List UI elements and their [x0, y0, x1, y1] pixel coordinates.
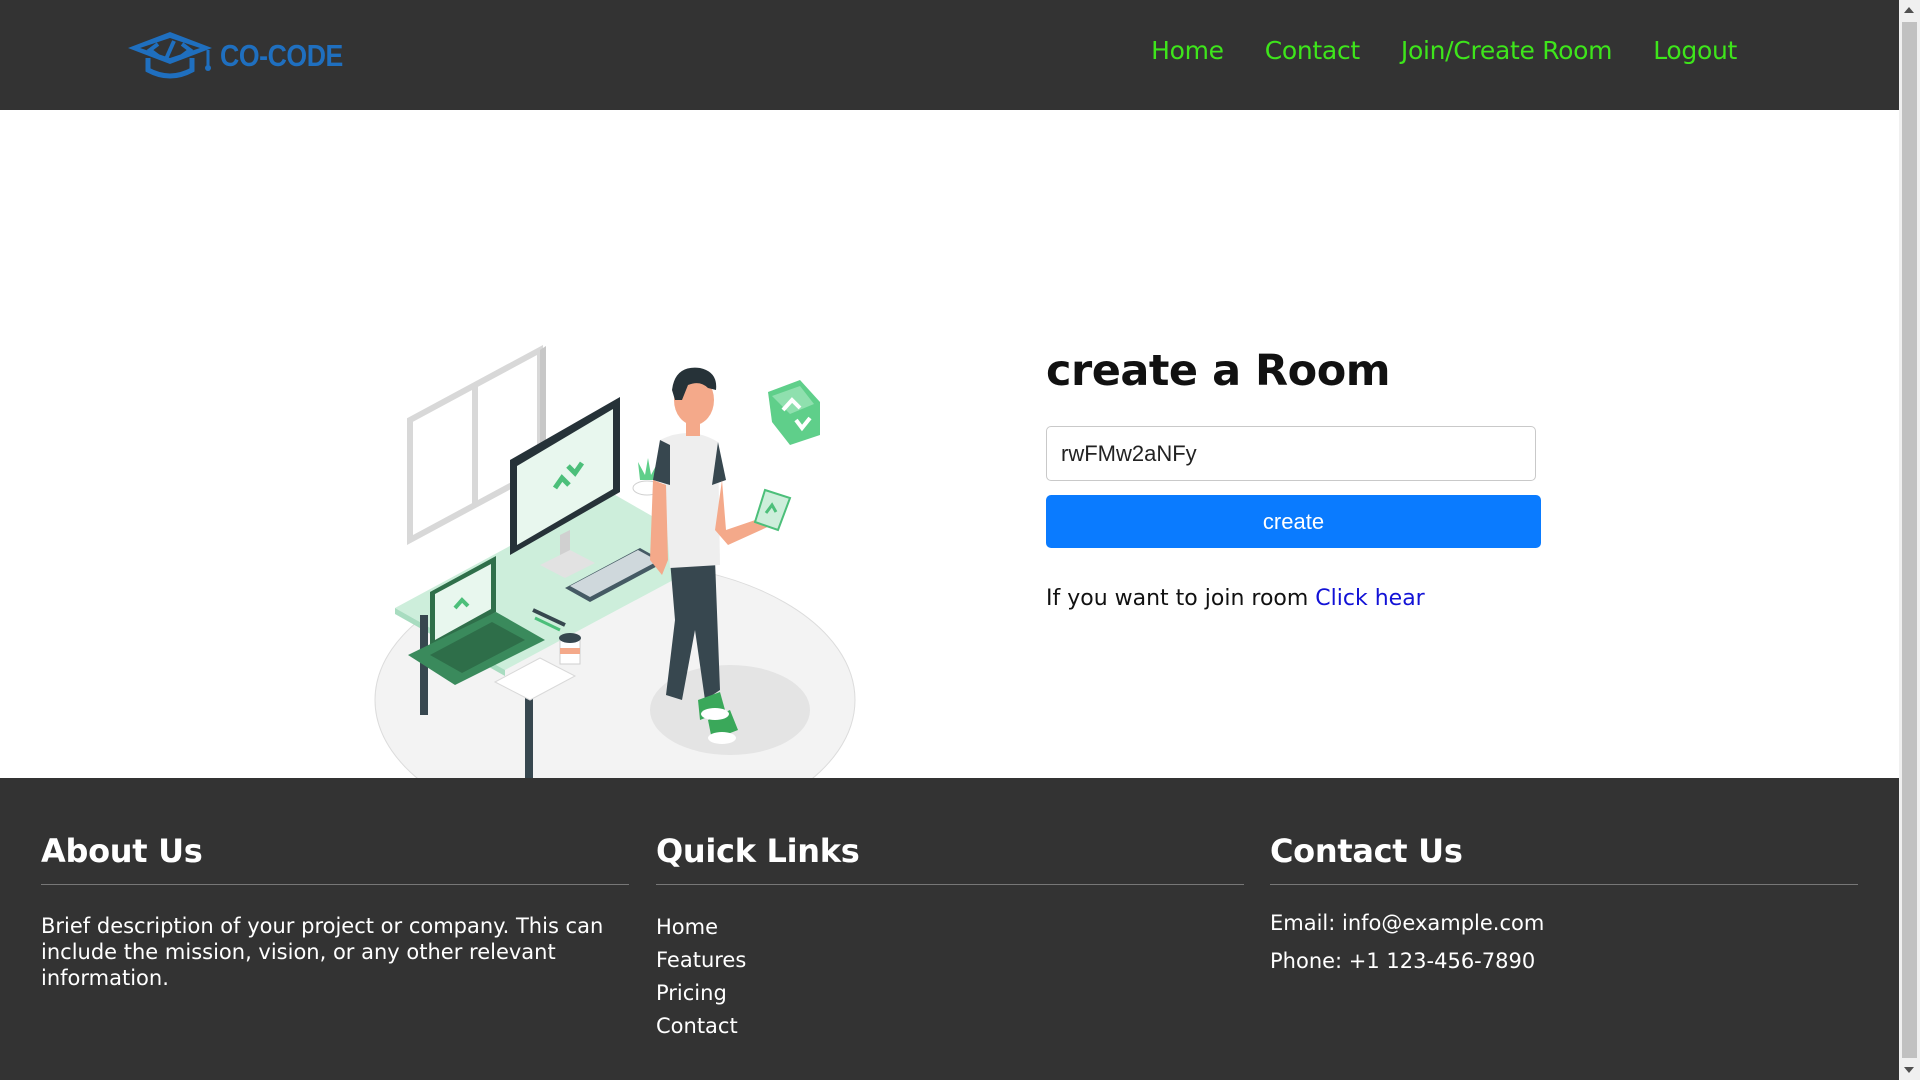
main-content: create a Room create If you want to join… — [0, 110, 1899, 839]
create-button[interactable]: create — [1046, 495, 1541, 548]
site-header: CO-CODE Home Contact Join/Create Room Lo… — [0, 0, 1899, 110]
join-room-link[interactable]: Click hear — [1315, 586, 1424, 611]
form-title: create a Room — [1046, 346, 1391, 396]
footer-about-text: Brief description of your project or com… — [41, 914, 604, 990]
footer-quick-links: Quick Links Home Features Pricing Contac… — [656, 832, 1244, 1043]
footer-contact: Contact Us Email: info@example.com Phone… — [1270, 832, 1858, 973]
nav-logout[interactable]: Logout — [1653, 36, 1737, 65]
graduation-cap-code-icon — [128, 32, 212, 79]
quick-link-contact[interactable]: Contact — [656, 1010, 1244, 1043]
contact-email: Email: info@example.com — [1270, 911, 1545, 935]
nav-contact[interactable]: Contact — [1265, 36, 1360, 65]
join-room-prompt: If you want to join room Click hear — [1046, 586, 1546, 611]
quick-link-features[interactable]: Features — [656, 944, 1244, 977]
footer-quick-links-title: Quick Links — [656, 832, 1244, 885]
nav-join-create-room[interactable]: Join/Create Room — [1401, 36, 1613, 65]
vertical-scrollbar[interactable] — [1899, 0, 1920, 1080]
main-nav: Home Contact Join/Create Room Logout — [1151, 36, 1737, 65]
create-room-form: create a Room create If you want to join… — [1046, 346, 1546, 611]
room-id-input[interactable] — [1046, 426, 1536, 481]
scroll-thumb[interactable] — [1902, 22, 1917, 1058]
nav-home[interactable]: Home — [1151, 36, 1224, 65]
scroll-up-arrow-icon[interactable] — [1904, 7, 1914, 13]
quick-link-home[interactable]: Home — [656, 911, 1244, 944]
person-at-desk-illustration — [374, 344, 856, 839]
footer-about-title: About Us — [41, 832, 629, 885]
quick-links-list: Home Features Pricing Contact — [656, 911, 1244, 1043]
footer-contact-title: Contact Us — [1270, 832, 1858, 885]
scroll-down-arrow-icon[interactable] — [1904, 1067, 1914, 1073]
quick-link-pricing[interactable]: Pricing — [656, 977, 1244, 1010]
logo[interactable]: CO-CODE — [124, 28, 363, 84]
site-footer: About Us Brief description of your proje… — [0, 778, 1899, 1080]
logo-text: CO-CODE — [220, 38, 343, 73]
join-prompt-text: If you want to join room — [1046, 586, 1309, 611]
footer-about: About Us Brief description of your proje… — [41, 832, 629, 991]
contact-phone: Phone: +1 123-456-7890 — [1270, 949, 1536, 973]
